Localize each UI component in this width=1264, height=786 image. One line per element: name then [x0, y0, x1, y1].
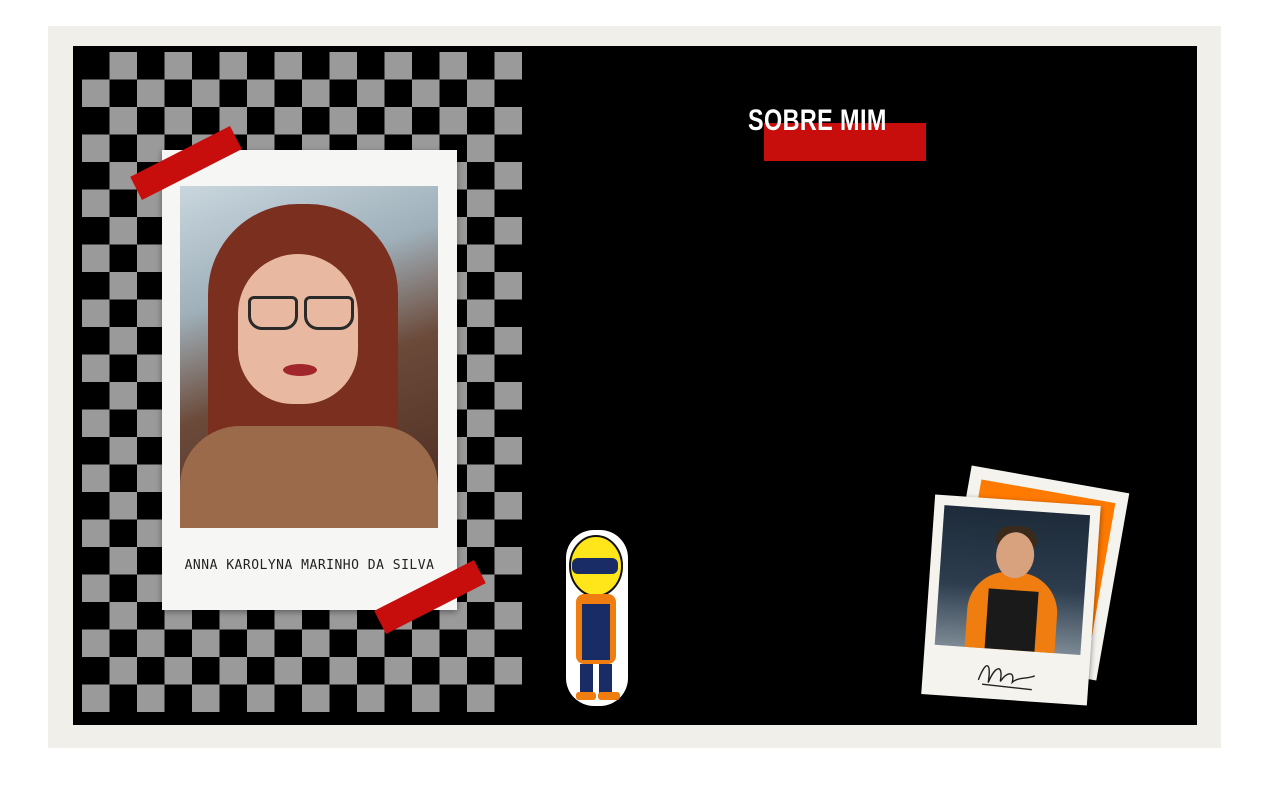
- name-caption: ANNA KAROLYNA MARINHO DA SILVA: [184, 558, 435, 573]
- page-title: SOBRE MIM: [748, 104, 887, 137]
- signature-icon: [977, 665, 1036, 691]
- driver-photo: [934, 505, 1091, 655]
- portrait-polaroid: ANNA KAROLYNA MARINHO DA SILVA: [162, 150, 457, 610]
- portrait-photo: [180, 186, 438, 528]
- driver-polaroid: [921, 494, 1101, 706]
- driver-cartoon-sticker: [566, 530, 628, 706]
